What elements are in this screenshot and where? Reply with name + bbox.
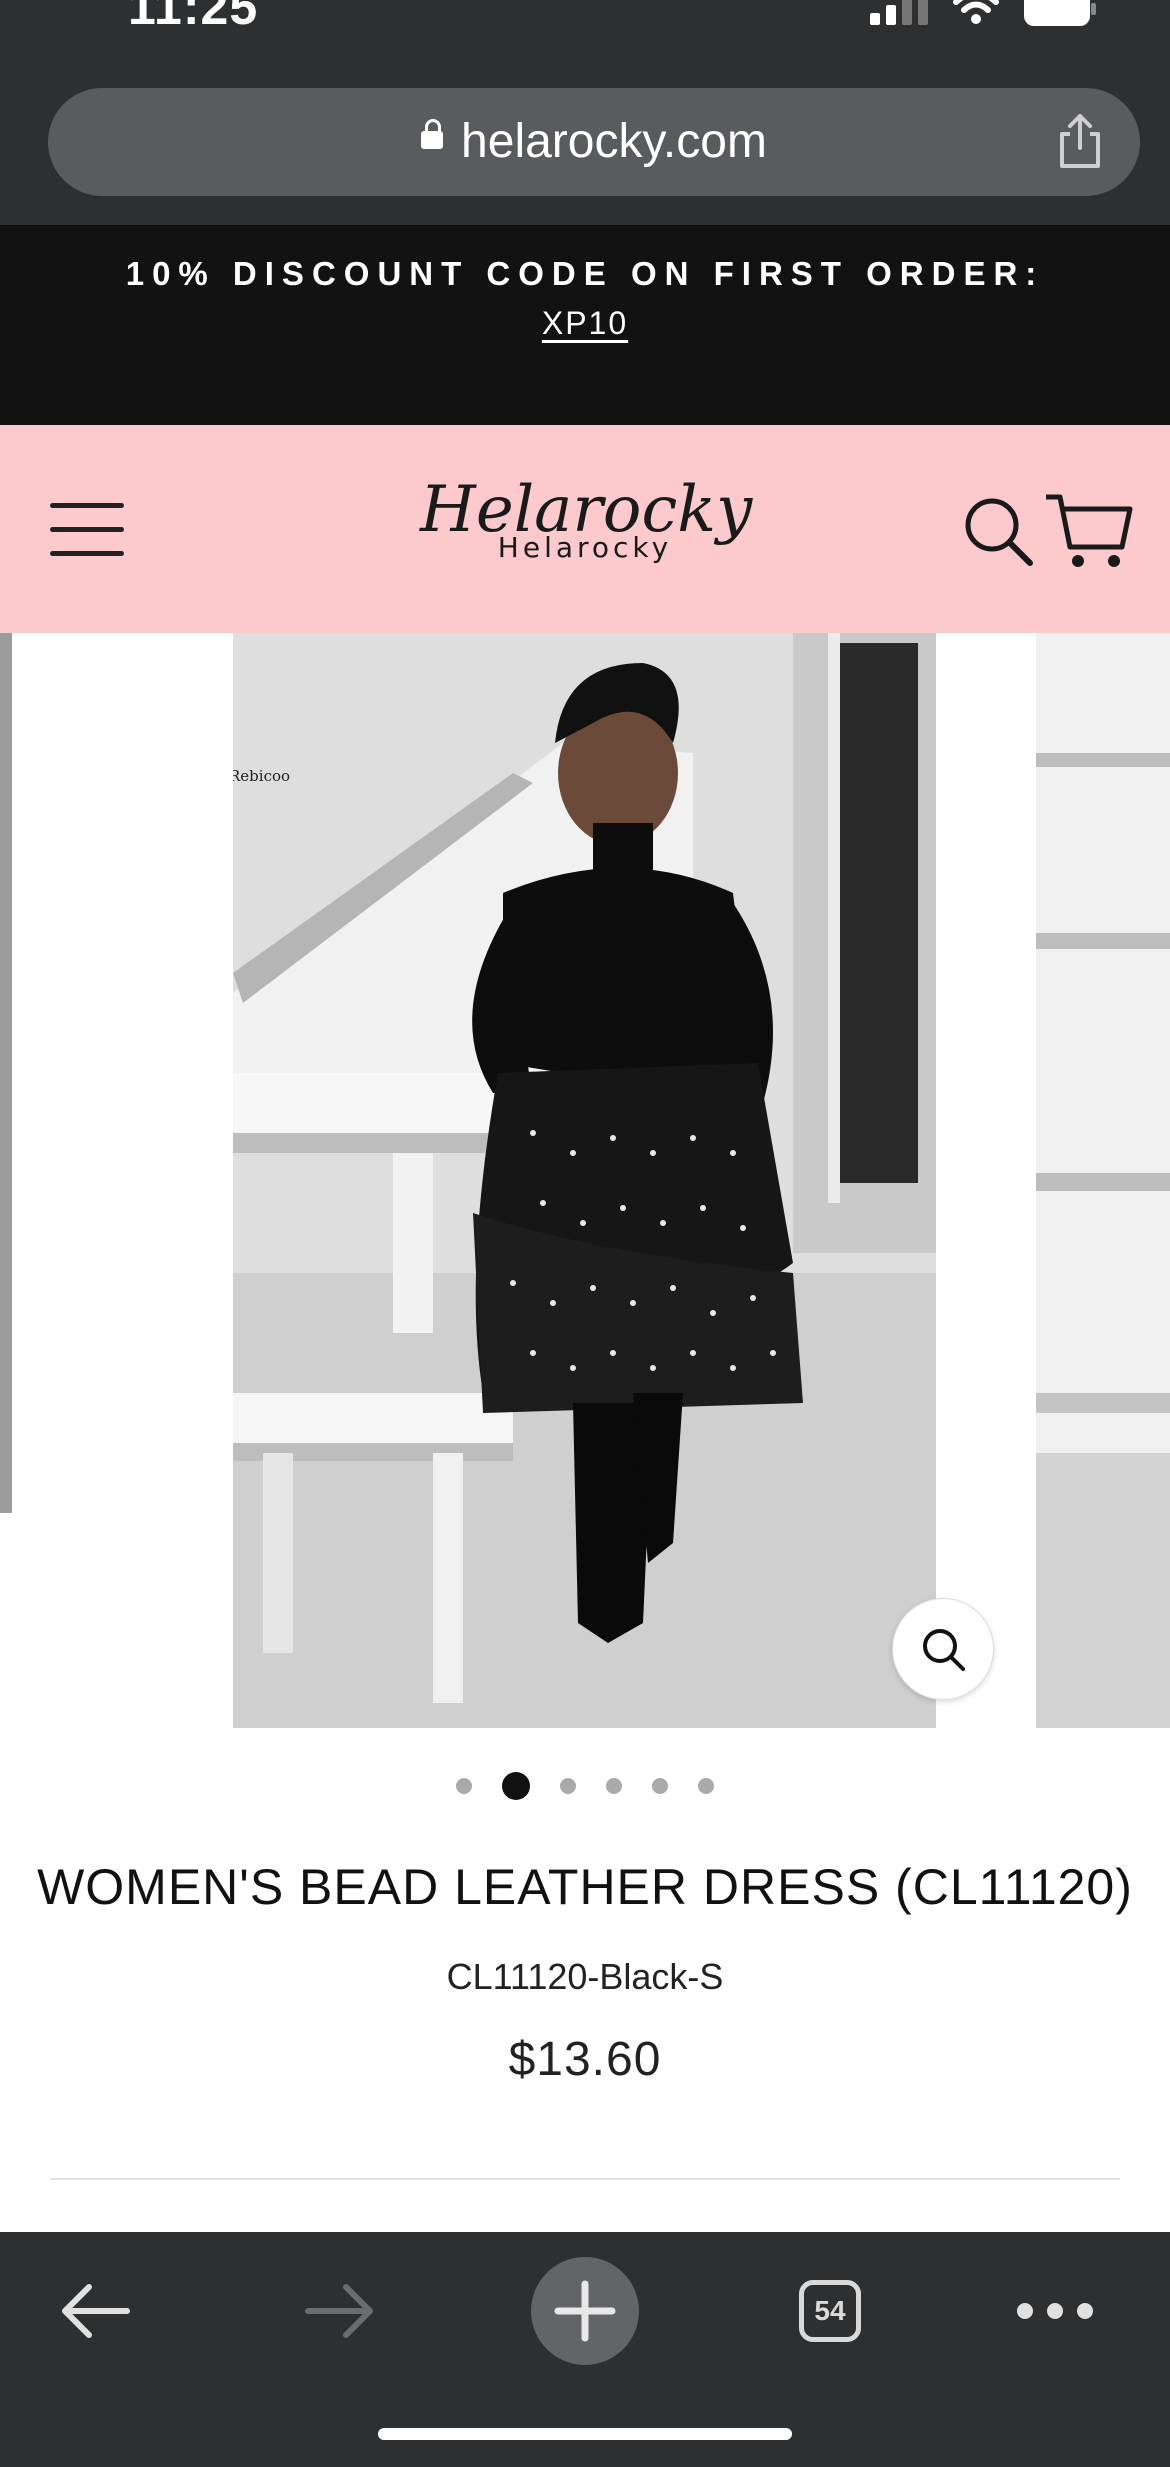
product-price: $13.60 xyxy=(508,2033,662,2086)
back-arrow-icon xyxy=(62,2284,130,2338)
carousel-dots xyxy=(0,1768,1170,1804)
next-slide[interactable] xyxy=(1036,633,1170,1728)
zoom-button[interactable] xyxy=(892,1598,994,1700)
tab-count: 54 xyxy=(799,2280,861,2342)
new-tab-button[interactable] xyxy=(530,2256,640,2366)
promo-code-link[interactable]: XP10 xyxy=(542,305,628,341)
site-header: Helarocky Helarocky xyxy=(0,425,1170,633)
url-text: helarocky.com xyxy=(461,115,767,168)
status-time: 11:25 xyxy=(128,0,259,35)
next-slide-illustration xyxy=(1036,633,1170,1728)
tabs-button[interactable]: 54 xyxy=(775,2256,885,2366)
lock-icon xyxy=(421,119,444,150)
plus-icon xyxy=(531,2257,639,2365)
forward-button[interactable] xyxy=(285,2256,395,2366)
home-indicator xyxy=(378,2428,792,2440)
carousel-dot[interactable] xyxy=(652,1778,668,1794)
share-icon[interactable] xyxy=(1048,110,1112,174)
image-watermark: Rebicoo xyxy=(233,767,291,785)
zoom-icon xyxy=(923,1629,965,1671)
forward-arrow-icon xyxy=(305,2284,373,2338)
site-logo[interactable]: Helarocky Helarocky xyxy=(420,473,752,593)
previous-slide[interactable] xyxy=(0,633,12,1513)
more-button[interactable] xyxy=(1000,2256,1110,2366)
carousel-dot[interactable] xyxy=(560,1778,576,1794)
logo-text: Helarocky xyxy=(497,531,673,564)
carousel-dot-active[interactable] xyxy=(502,1772,530,1800)
promo-banner: 10% DISCOUNT CODE ON FIRST ORDER: XP10 xyxy=(0,225,1170,425)
back-button[interactable] xyxy=(40,2256,150,2366)
carousel-dot[interactable] xyxy=(606,1778,622,1794)
carousel-dot[interactable] xyxy=(456,1778,472,1794)
product-image[interactable]: Rebicoo xyxy=(233,633,936,1728)
more-dots-icon xyxy=(1017,2303,1093,2319)
divider xyxy=(50,2178,1120,2180)
cellular-signal-icon xyxy=(870,0,928,25)
product-photo-illustration xyxy=(233,633,936,1728)
status-icons xyxy=(870,0,1096,26)
search-icon[interactable] xyxy=(962,495,1034,567)
browser-top-bar: 11:25 helarocky.com xyxy=(0,0,1170,225)
product-gallery[interactable]: Rebicoo xyxy=(0,633,1170,1728)
battery-icon xyxy=(1024,0,1096,26)
address-bar[interactable]: helarocky.com xyxy=(48,88,1140,196)
cart-icon[interactable] xyxy=(1044,491,1134,571)
wifi-icon xyxy=(953,0,999,24)
carousel-dot[interactable] xyxy=(698,1778,714,1794)
menu-icon[interactable] xyxy=(50,503,124,557)
product-title: WOMEN'S BEAD LEATHER DRESS (CL11120) xyxy=(37,1859,1133,1915)
promo-text: 10% DISCOUNT CODE ON FIRST ORDER: xyxy=(125,255,1045,292)
product-sku: CL11120-Black-S xyxy=(446,1956,724,1997)
